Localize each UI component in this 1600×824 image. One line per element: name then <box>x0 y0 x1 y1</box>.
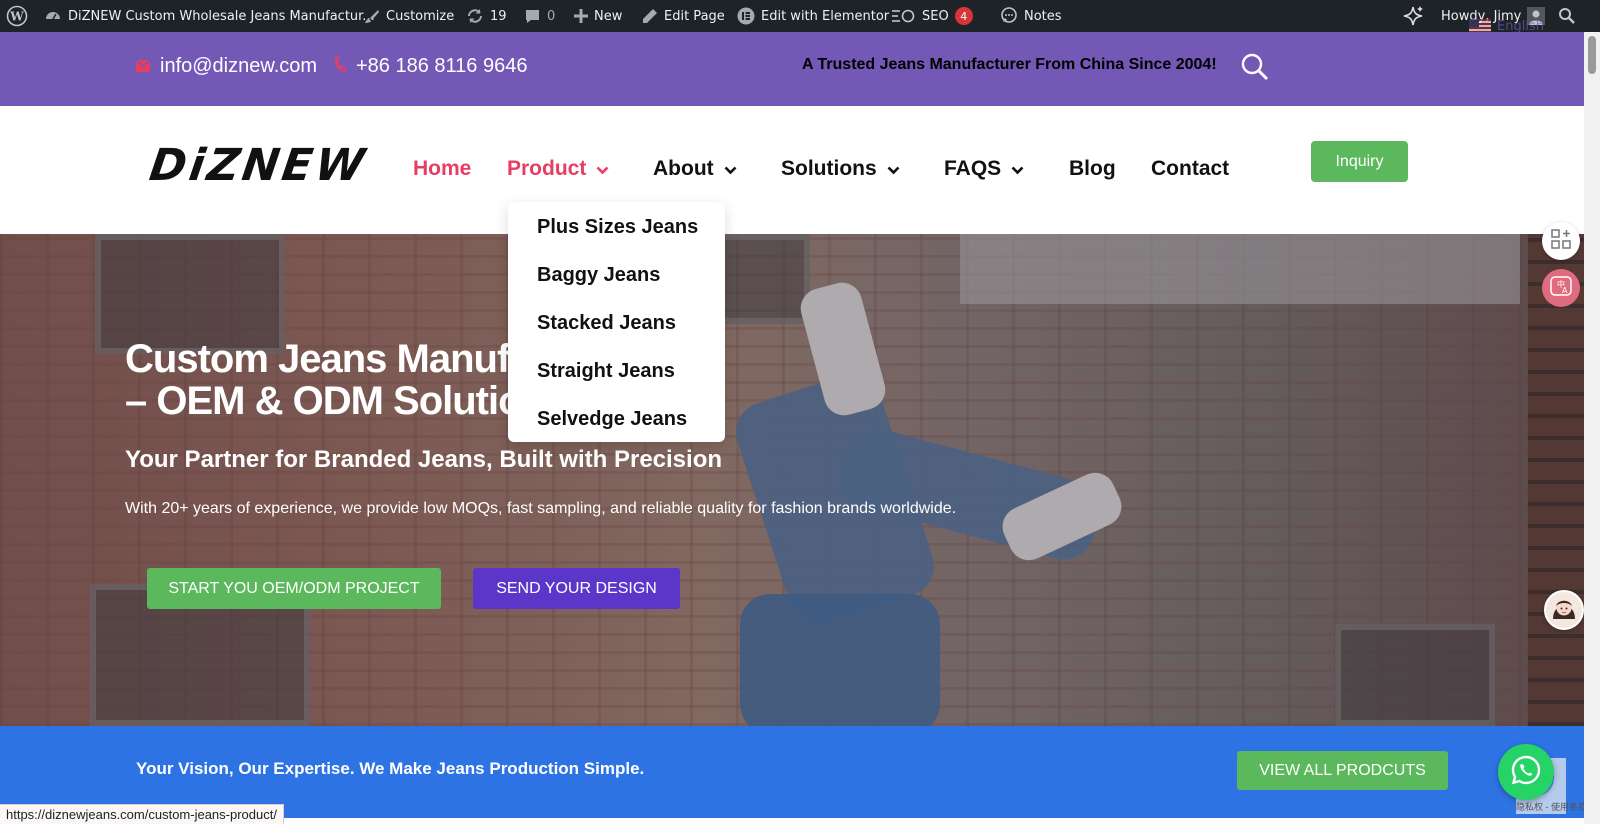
customize-link[interactable]: Customize <box>364 0 454 32</box>
phone-contact[interactable]: +86 186 8116 9646 <box>334 55 527 78</box>
app-grid-icon <box>1551 228 1571 254</box>
recaptcha-privacy-text[interactable]: 隐私权 - 使用条款 <box>1516 800 1587 813</box>
send-design-button[interactable]: SEND YOUR DESIGN <box>473 568 680 609</box>
hero-description: With 20+ years of experience, we provide… <box>125 500 957 517</box>
chevron-down-icon <box>887 157 900 181</box>
ai-sparkle-button[interactable] <box>1402 0 1424 32</box>
contact-topbar: info@diznew.com +86 186 8116 9646 <box>0 32 1584 106</box>
site-logo[interactable]: DiZNEW <box>146 140 370 191</box>
chevron-down-icon <box>596 157 609 181</box>
wp-admin-bar: W DiZNEW Custom Wholesale Jeans Manufact… <box>0 0 1600 34</box>
menu-item-stacked-jeans[interactable]: Stacked Jeans <box>537 312 676 335</box>
hero-title: Custom Jeans Manuf – OEM & ODM Solutio <box>125 338 545 422</box>
menu-item-selvedge-jeans[interactable]: Selvedge Jeans <box>537 408 687 431</box>
product-dropdown-menu: Plus Sizes Jeans Baggy Jeans Stacked Jea… <box>508 202 725 442</box>
chevron-down-icon <box>724 157 737 181</box>
plus-icon <box>574 9 588 23</box>
nav-contact-label: Contact <box>1151 157 1230 180</box>
nav-solutions-label: Solutions <box>781 157 877 180</box>
phone-text: +86 186 8116 9646 <box>356 55 528 77</box>
app-grid-widget[interactable] <box>1542 222 1580 260</box>
cta-band-text: Your Vision, Our Expertise. We Make Jean… <box>136 759 645 778</box>
speech-bubble-icon <box>1000 7 1018 25</box>
svg-text:W: W <box>9 10 24 24</box>
nav-product[interactable]: Product <box>507 157 609 181</box>
tagline: A Trusted Jeans Manufacturer From China … <box>802 56 1217 73</box>
support-avatar[interactable] <box>1544 590 1584 630</box>
nav-about[interactable]: About <box>653 157 737 181</box>
hero-banner <box>0 234 1584 726</box>
envelope-icon <box>135 55 151 78</box>
updates-icon <box>466 7 484 25</box>
menu-item-baggy-jeans[interactable]: Baggy Jeans <box>537 264 660 287</box>
notes-link[interactable]: Notes <box>1000 0 1062 32</box>
sparkle-icon <box>1402 5 1424 27</box>
phone-icon <box>334 55 346 78</box>
seo-badge: 4 <box>954 7 973 25</box>
hero-overlay <box>0 234 1584 726</box>
email-contact[interactable]: info@diznew.com <box>135 55 318 78</box>
hero-title-line1: Custom Jeans Manuf <box>125 338 510 380</box>
seo-icon <box>892 9 916 23</box>
translate-icon: 中A <box>1550 275 1572 301</box>
notes-label: Notes <box>1024 8 1062 24</box>
site-name-menu[interactable]: DiZNEW Custom Wholesale Jeans Manufactur… <box>44 0 375 32</box>
site-name-label: DiZNEW Custom Wholesale Jeans Manufactur… <box>68 8 375 24</box>
support-agent-icon <box>1549 593 1579 628</box>
start-project-button[interactable]: START YOU OEM/ODM PROJECT <box>147 568 441 609</box>
elementor-icon <box>737 7 755 25</box>
nav-about-label: About <box>653 157 714 180</box>
edit-elementor-label: Edit with Elementor <box>761 8 890 24</box>
updates-count: 19 <box>490 8 507 24</box>
nav-product-label: Product <box>507 157 587 180</box>
menu-item-straight-jeans[interactable]: Straight Jeans <box>537 360 675 383</box>
link-status-url: https://diznewjeans.com/custom-jeans-pro… <box>0 804 284 824</box>
menu-item-plus-sizes-jeans[interactable]: Plus Sizes Jeans <box>537 216 698 239</box>
nav-blog[interactable]: Blog <box>1069 157 1116 181</box>
nav-faqs-label: FAQS <box>944 157 1002 180</box>
nav-solutions[interactable]: Solutions <box>781 157 900 181</box>
email-text: info@diznew.com <box>160 55 318 77</box>
seo-label: SEO <box>922 8 949 24</box>
hero-subtitle: Your Partner for Branded Jeans, Built wi… <box>125 446 723 473</box>
customize-label: Customize <box>386 8 455 24</box>
seo-menu[interactable]: SEO 4 <box>892 0 973 32</box>
comment-icon <box>524 8 541 25</box>
whatsapp-button[interactable] <box>1498 744 1554 800</box>
nav-contact[interactable]: Contact <box>1151 157 1229 181</box>
wordpress-logo-icon[interactable]: W <box>6 0 28 32</box>
edit-elementor-link[interactable]: Edit with Elementor <box>737 0 889 32</box>
comments-count: 0 <box>547 8 556 24</box>
paintbrush-icon <box>364 8 380 24</box>
scrollbar-thumb[interactable] <box>1588 36 1596 74</box>
new-label: New <box>594 8 623 24</box>
nav-home-label: Home <box>413 157 472 180</box>
nav-faqs[interactable]: FAQS <box>944 157 1024 181</box>
edit-page-link[interactable]: Edit Page <box>642 0 725 32</box>
new-content-link[interactable]: New <box>574 0 622 32</box>
nav-blog-label: Blog <box>1069 157 1116 180</box>
nav-home[interactable]: Home <box>413 157 471 181</box>
page-scrollbar[interactable] <box>1584 32 1600 824</box>
site-search-icon[interactable] <box>1240 52 1270 87</box>
us-flag-icon <box>1469 19 1491 33</box>
dashboard-icon <box>44 7 62 25</box>
comments-link[interactable]: 0 <box>524 0 555 32</box>
svg-text:A: A <box>1562 286 1568 295</box>
search-icon[interactable] <box>1558 0 1576 32</box>
edit-page-label: Edit Page <box>664 8 725 24</box>
updates-link[interactable]: 19 <box>466 0 507 32</box>
translate-widget[interactable]: 中A <box>1542 269 1580 307</box>
hero-title-line2: – OEM & ODM Solutio <box>125 380 523 422</box>
view-all-products-button[interactable]: VIEW ALL PRODCUTS <box>1237 751 1448 790</box>
chevron-down-icon <box>1011 157 1024 181</box>
inquiry-button[interactable]: Inquiry <box>1311 141 1408 182</box>
whatsapp-icon <box>1510 754 1542 791</box>
pencil-icon <box>642 8 658 24</box>
